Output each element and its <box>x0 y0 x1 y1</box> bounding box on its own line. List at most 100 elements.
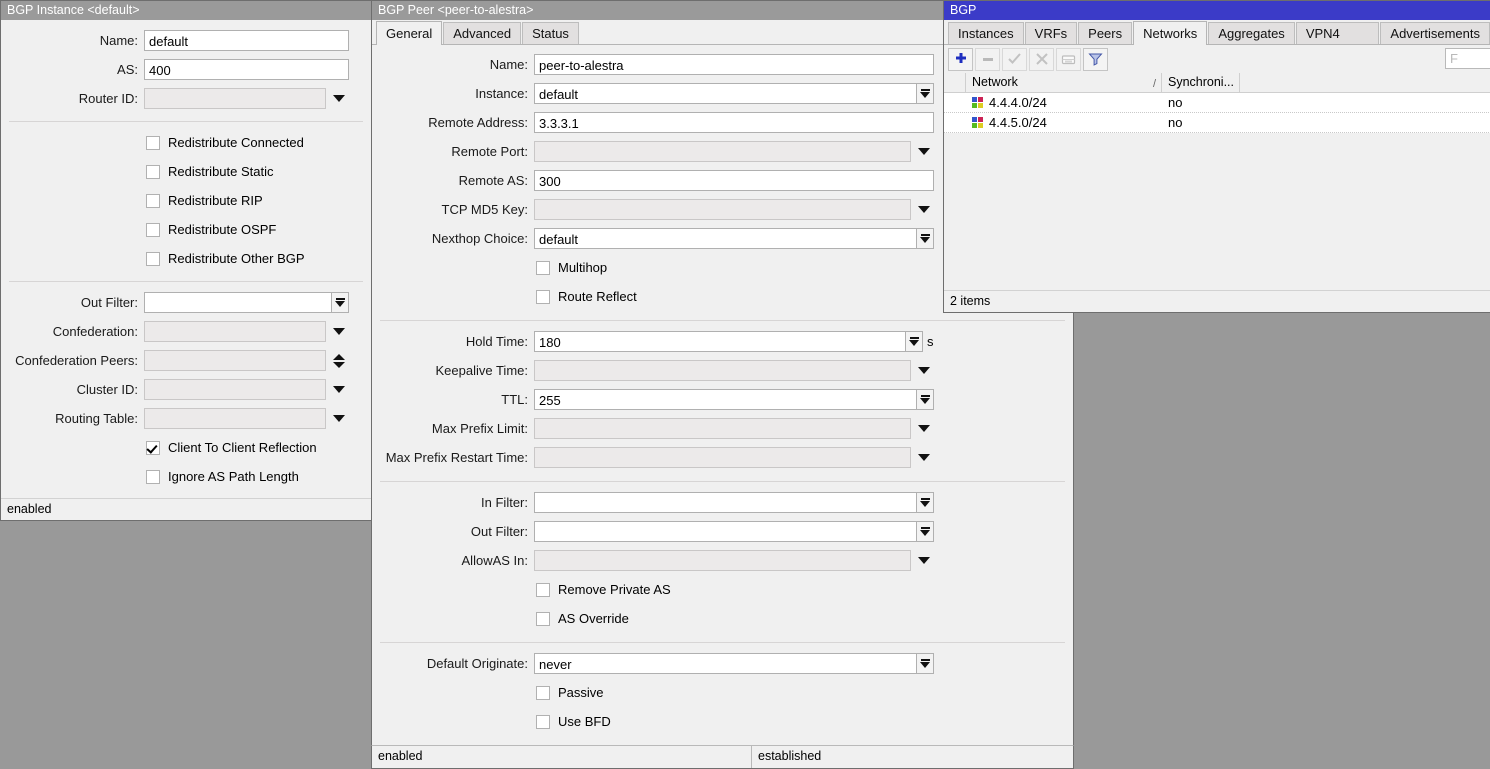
confederation-input[interactable] <box>144 321 326 342</box>
bgp-peer-statusbar: enabled established <box>371 745 1074 769</box>
confederation-peers-input[interactable] <box>144 350 326 371</box>
grid-header-synchronize[interactable]: Synchroni... <box>1162 73 1240 93</box>
router-id-input[interactable] <box>144 88 326 109</box>
remote-as-input[interactable]: 300 <box>534 170 934 191</box>
checkbox-row-redistribute-ospf[interactable]: Redistribute OSPF <box>146 215 371 244</box>
ignore-as-path-length-checkbox[interactable] <box>146 470 160 484</box>
tab-advanced[interactable]: Advanced <box>443 22 521 44</box>
row-network-cell[interactable]: 4.4.5.0/24 <box>966 113 1162 133</box>
chevron-down-icon[interactable] <box>915 141 933 162</box>
checkbox-row-redistribute-static[interactable]: Redistribute Static <box>146 157 371 186</box>
hold-time-input[interactable]: 180 <box>534 331 906 352</box>
remove-button[interactable] <box>975 48 1000 71</box>
ttl-input[interactable]: 255 <box>534 389 917 410</box>
checkbox-row-client-to-client-reflection[interactable]: Client To Client Reflection <box>146 433 371 462</box>
redistribute-connected-checkbox[interactable] <box>146 136 160 150</box>
row-network-cell[interactable]: 4.4.4.0/24 <box>966 93 1162 113</box>
peer-instance-input[interactable]: default <box>534 83 917 104</box>
peer-out-filter-dropdown-icon[interactable] <box>917 521 934 542</box>
chevron-down-icon[interactable] <box>915 447 933 468</box>
checkbox-row-ignore-as-path-length[interactable]: Ignore AS Path Length <box>146 462 371 491</box>
tab-peers[interactable]: Peers <box>1078 22 1132 44</box>
chevron-down-icon[interactable] <box>330 408 348 429</box>
tab-vpn4-routes[interactable]: VPN4 Routes <box>1296 22 1380 44</box>
use-bfd-checkbox[interactable] <box>536 715 550 729</box>
multihop-checkbox[interactable] <box>536 261 550 275</box>
redistribute-static-checkbox[interactable] <box>146 165 160 179</box>
checkbox-row-remove-private-as[interactable]: Remove Private AS <box>536 575 1073 604</box>
in-filter-dropdown-icon[interactable] <box>917 492 934 513</box>
bgp-window[interactable]: BGP Instances VRFs Peers Networks Aggreg… <box>943 0 1490 313</box>
chevron-down-icon[interactable] <box>915 360 933 381</box>
comment-button[interactable] <box>1056 48 1081 71</box>
route-reflect-checkbox[interactable] <box>536 290 550 304</box>
default-originate-dropdown-icon[interactable] <box>917 653 934 674</box>
enable-button[interactable] <box>1002 48 1027 71</box>
chevron-down-icon[interactable] <box>330 379 348 400</box>
find-input[interactable]: F <box>1445 48 1490 69</box>
checkbox-row-redistribute-other-bgp[interactable]: Redistribute Other BGP <box>146 244 371 273</box>
checkbox-row-redistribute-connected[interactable]: Redistribute Connected <box>146 128 371 157</box>
chevron-down-icon[interactable] <box>330 321 348 342</box>
checkbox-row-passive[interactable]: Passive <box>536 678 1073 707</box>
checkbox-row-use-bfd[interactable]: Use BFD <box>536 707 1073 736</box>
network-icon <box>972 97 983 108</box>
bgp-instance-window[interactable]: BGP Instance <default> Name: default AS:… <box>0 0 372 521</box>
bgp-toolbar[interactable]: F <box>944 45 1490 73</box>
name-input[interactable]: default <box>144 30 349 51</box>
peer-instance-label: Instance: <box>372 86 534 101</box>
as-input[interactable]: 400 <box>144 59 349 80</box>
remove-private-as-checkbox[interactable] <box>536 583 550 597</box>
grid-header-network[interactable]: Network / <box>966 73 1162 93</box>
table-row[interactable]: 4.4.4.0/24 no <box>944 93 1490 113</box>
redistribute-ospf-checkbox[interactable] <box>146 223 160 237</box>
hold-time-dropdown-icon[interactable] <box>906 331 923 352</box>
tcp-md5-key-input[interactable] <box>534 199 911 220</box>
redistribute-other-bgp-checkbox[interactable] <box>146 252 160 266</box>
passive-checkbox[interactable] <box>536 686 550 700</box>
disable-button[interactable] <box>1029 48 1054 71</box>
chevron-down-icon[interactable] <box>915 550 933 571</box>
nexthop-choice-dropdown-icon[interactable] <box>917 228 934 249</box>
tab-general[interactable]: General <box>376 21 442 45</box>
peer-instance-dropdown-icon[interactable] <box>917 83 934 104</box>
peer-name-input[interactable]: peer-to-alestra <box>534 54 934 75</box>
add-button[interactable] <box>948 48 973 71</box>
client-to-client-reflection-checkbox[interactable] <box>146 441 160 455</box>
tab-networks[interactable]: Networks <box>1133 21 1207 45</box>
table-row[interactable]: 4.4.5.0/24 no <box>944 113 1490 133</box>
chevron-down-icon[interactable] <box>915 418 933 439</box>
max-prefix-limit-input[interactable] <box>534 418 911 439</box>
checkbox-row-redistribute-rip[interactable]: Redistribute RIP <box>146 186 371 215</box>
ttl-dropdown-icon[interactable] <box>917 389 934 410</box>
tab-advertisements[interactable]: Advertisements <box>1380 22 1490 44</box>
peer-out-filter-input[interactable] <box>534 521 917 542</box>
routing-table-input[interactable] <box>144 408 326 429</box>
bgp-tabbar[interactable]: Instances VRFs Peers Networks Aggregates… <box>944 20 1490 45</box>
tab-instances[interactable]: Instances <box>948 22 1024 44</box>
keepalive-time-input[interactable] <box>534 360 911 381</box>
filter-button[interactable] <box>1083 48 1108 71</box>
remote-port-input[interactable] <box>534 141 911 162</box>
bgp-instance-titlebar[interactable]: BGP Instance <default> <box>1 1 371 20</box>
out-filter-input[interactable] <box>144 292 332 313</box>
in-filter-input[interactable] <box>534 492 917 513</box>
bgp-titlebar[interactable]: BGP <box>944 1 1490 20</box>
spinner-icon[interactable] <box>330 350 348 371</box>
as-override-checkbox[interactable] <box>536 612 550 626</box>
tab-aggregates[interactable]: Aggregates <box>1208 22 1295 44</box>
chevron-down-icon[interactable] <box>330 88 348 109</box>
nexthop-choice-input[interactable]: default <box>534 228 917 249</box>
cluster-id-input[interactable] <box>144 379 326 400</box>
allowas-in-input[interactable] <box>534 550 911 571</box>
networks-grid[interactable]: Network / Synchroni... 4.4.4.0/24 no <box>944 73 1490 133</box>
checkbox-row-as-override[interactable]: AS Override <box>536 604 1073 633</box>
redistribute-rip-checkbox[interactable] <box>146 194 160 208</box>
tab-status[interactable]: Status <box>522 22 579 44</box>
max-prefix-restart-time-input[interactable] <box>534 447 911 468</box>
default-originate-input[interactable]: never <box>534 653 917 674</box>
out-filter-dropdown-icon[interactable] <box>332 292 349 313</box>
tab-vrfs[interactable]: VRFs <box>1025 22 1078 44</box>
chevron-down-icon[interactable] <box>915 199 933 220</box>
remote-address-input[interactable]: 3.3.3.1 <box>534 112 934 133</box>
